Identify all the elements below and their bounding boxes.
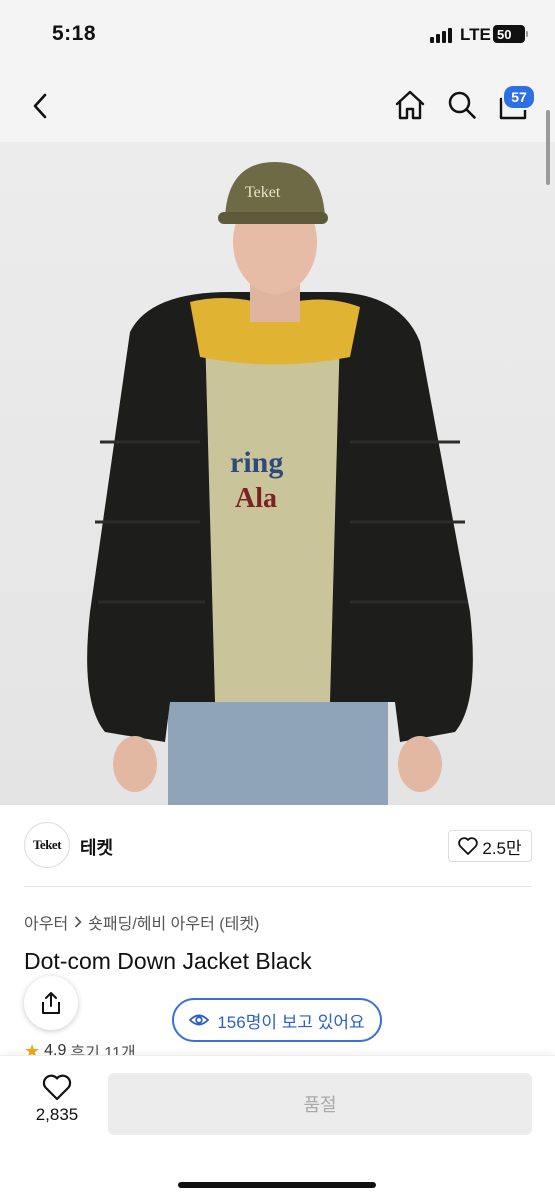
heart-icon (458, 837, 479, 855)
chevron-left-icon (33, 93, 47, 119)
status-bar: 5:18 LTE 50 (0, 0, 555, 70)
wishlist-button[interactable]: 2,835 (28, 1074, 86, 1125)
viewers-pill: 156명이 보고 있어요 (172, 998, 382, 1042)
brand-name[interactable]: 테켓 (80, 834, 113, 860)
back-button[interactable] (22, 88, 58, 124)
product-image[interactable]: ring Ala Teket (0, 142, 555, 805)
brand-row: Teket 테켓 2.5만 (24, 822, 532, 870)
breadcrumb: 아우터 숏패딩/헤비 아우터 (테켓) (24, 910, 259, 934)
bottom-action-bar: 2,835 품절 (0, 1055, 555, 1201)
brand-logo[interactable]: Teket (24, 822, 70, 868)
sweatshirt-print-2: Ala (235, 483, 277, 514)
brand-logo-text: Teket (32, 837, 62, 852)
sold-out-button[interactable]: 품절 (108, 1073, 532, 1135)
home-button[interactable] (392, 86, 428, 124)
heart-icon (42, 1074, 72, 1101)
status-time: 5:18 (52, 22, 97, 45)
battery-cap (526, 31, 528, 37)
cap-logo: Teket (245, 184, 281, 201)
home-indicator[interactable] (178, 1182, 376, 1188)
network-label: LTE (460, 25, 491, 44)
divider (24, 886, 532, 887)
sweatshirt-print: ring (230, 446, 283, 479)
share-icon (42, 992, 60, 1014)
breadcrumb-subcategory[interactable]: 숏패딩/헤비 아우터 (테켓) (88, 910, 259, 934)
share-button[interactable] (24, 976, 78, 1030)
chevron-right-icon (75, 916, 82, 928)
breadcrumb-category[interactable]: 아우터 (24, 910, 68, 934)
product-photo: ring Ala Teket (87, 162, 473, 805)
cart-count-badge: 57 (502, 84, 536, 110)
search-button[interactable] (444, 86, 480, 124)
top-nav (0, 70, 555, 142)
viewers-text: 156명이 보고 있어요 (217, 1012, 365, 1032)
wishlist-count: 2,835 (35, 1105, 79, 1124)
battery-icon: 50 (493, 25, 525, 43)
product-title: Dot-com Down Jacket Black (24, 948, 312, 974)
battery-level: 50 (497, 26, 512, 42)
brand-like-count: 2.5만 (482, 838, 522, 858)
home-icon (395, 90, 425, 120)
search-icon (448, 91, 476, 119)
scroll-indicator[interactable] (546, 110, 550, 185)
signal-icon (430, 28, 452, 43)
brand-like-button[interactable]: 2.5만 (448, 830, 532, 862)
eye-icon (189, 1014, 210, 1026)
